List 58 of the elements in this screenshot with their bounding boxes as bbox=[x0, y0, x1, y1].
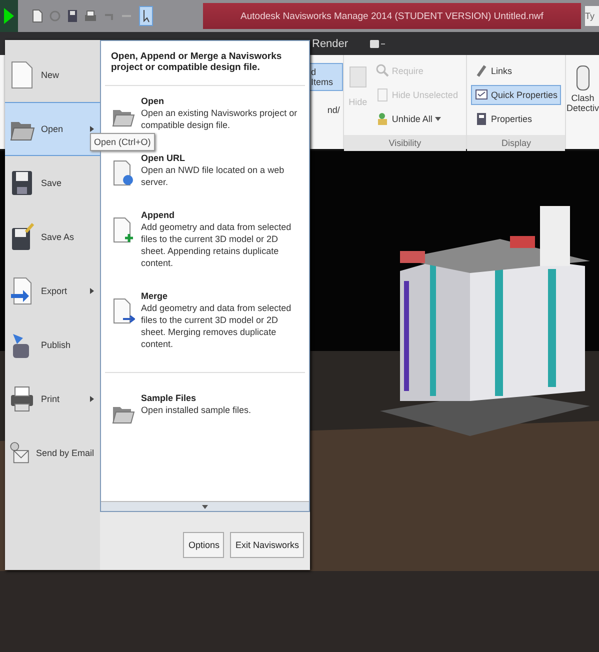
checkbox-icon bbox=[474, 88, 488, 102]
ribbon-button[interactable]: Links bbox=[470, 61, 562, 81]
clash-button[interactable]: Clash Detectiv bbox=[565, 55, 599, 149]
menu-item[interactable]: Print bbox=[5, 372, 100, 426]
ribbon-button[interactable]: nd/ bbox=[322, 101, 343, 119]
entry-description: Open an NWD file located on a web server. bbox=[141, 164, 286, 188]
ribbon-tab[interactable]: Render bbox=[312, 38, 348, 50]
submenu-entry[interactable]: Sample Files Open installed sample files. bbox=[101, 393, 309, 427]
entry-title: Open URL bbox=[141, 153, 186, 163]
magnifier-icon bbox=[376, 64, 389, 78]
menu-item[interactable]: Send by Email bbox=[5, 426, 100, 480]
dropdown-icon[interactable] bbox=[370, 38, 386, 48]
entry-description: Open installed sample files. bbox=[141, 404, 252, 416]
entry-title: Open bbox=[141, 96, 166, 106]
printer-icon[interactable] bbox=[84, 10, 97, 22]
document-plus-icon bbox=[111, 216, 135, 244]
scroll-down-icon[interactable] bbox=[202, 504, 208, 508]
properties-icon bbox=[474, 112, 488, 126]
window-title: Autodesk Navisworks Manage 2014 (STUDENT VERSION) Untitled.nwf bbox=[240, 10, 544, 22]
play-icon bbox=[4, 8, 14, 24]
entry-description: Add geometry and data from selected files to the current 3D model or 2D sheet. Appending retains duplicate content. bbox=[141, 221, 292, 269]
new-document-icon[interactable] bbox=[32, 9, 43, 23]
submenu-entry[interactable]: Merge Add geometry and data from selected files to the current 3D model or 2D sheet. Merging removes duplicate content. bbox=[101, 291, 309, 350]
menu-button[interactable]: Exit Navisworks bbox=[230, 532, 304, 558]
printer-icon bbox=[9, 384, 35, 414]
entry-title: Merge bbox=[141, 291, 169, 301]
menu-item[interactable]: New bbox=[5, 48, 100, 102]
cursor-icon[interactable] bbox=[139, 6, 153, 26]
panel-label: Display bbox=[466, 135, 566, 151]
figure-icon bbox=[376, 112, 389, 126]
document-arrow-icon bbox=[111, 297, 135, 325]
menu-button[interactable]: Options bbox=[183, 532, 224, 558]
entry-title: Append bbox=[141, 210, 176, 220]
submenu-entry[interactable]: Append Add geometry and data from selected files to the current 3D model or 2D sheet. Appending retains duplicate content. bbox=[101, 210, 309, 269]
ribbon-button[interactable]: Unhide All bbox=[372, 109, 462, 129]
panel-label: Visibility bbox=[344, 135, 466, 151]
menu-item[interactable]: Export bbox=[5, 264, 100, 318]
panel-heading: Open, Append or Merge a Navisworks project or compatible design file. bbox=[105, 41, 305, 86]
ribbon-button[interactable]: Quick Properties bbox=[470, 85, 562, 105]
search-field[interactable]: Ty bbox=[585, 6, 599, 26]
document-icon bbox=[9, 60, 35, 90]
blank-page-icon bbox=[376, 88, 389, 102]
blank-page-icon bbox=[348, 65, 368, 89]
entry-title: Sample Files bbox=[141, 393, 198, 403]
menu-item[interactable]: Publish bbox=[5, 318, 100, 372]
link-icon bbox=[474, 64, 488, 78]
menu-item[interactable]: Save As bbox=[5, 210, 100, 264]
ribbon-button[interactable]: Properties bbox=[470, 109, 562, 129]
submenu-entry[interactable]: Open URL Open an NWD file located on a web server. bbox=[101, 153, 309, 188]
submenu-entry[interactable]: Open Open an existing Navisworks project or compatible design file. bbox=[101, 96, 309, 131]
dropdown-arrow-icon[interactable] bbox=[435, 117, 442, 121]
entry-description: Open an existing Navisworks project or compatible design file. bbox=[141, 107, 298, 131]
floppy-pencil-icon bbox=[9, 222, 35, 252]
app-menu-button[interactable] bbox=[0, 0, 18, 32]
globe-document-icon bbox=[111, 159, 135, 187]
tooltip: Open (Ctrl+O) bbox=[90, 133, 155, 151]
entry-description: Add geometry and data from selected files to the current 3D model or 2D sheet. Merging removes duplicate content. bbox=[141, 302, 292, 350]
menu-item[interactable]: Save bbox=[5, 156, 100, 210]
